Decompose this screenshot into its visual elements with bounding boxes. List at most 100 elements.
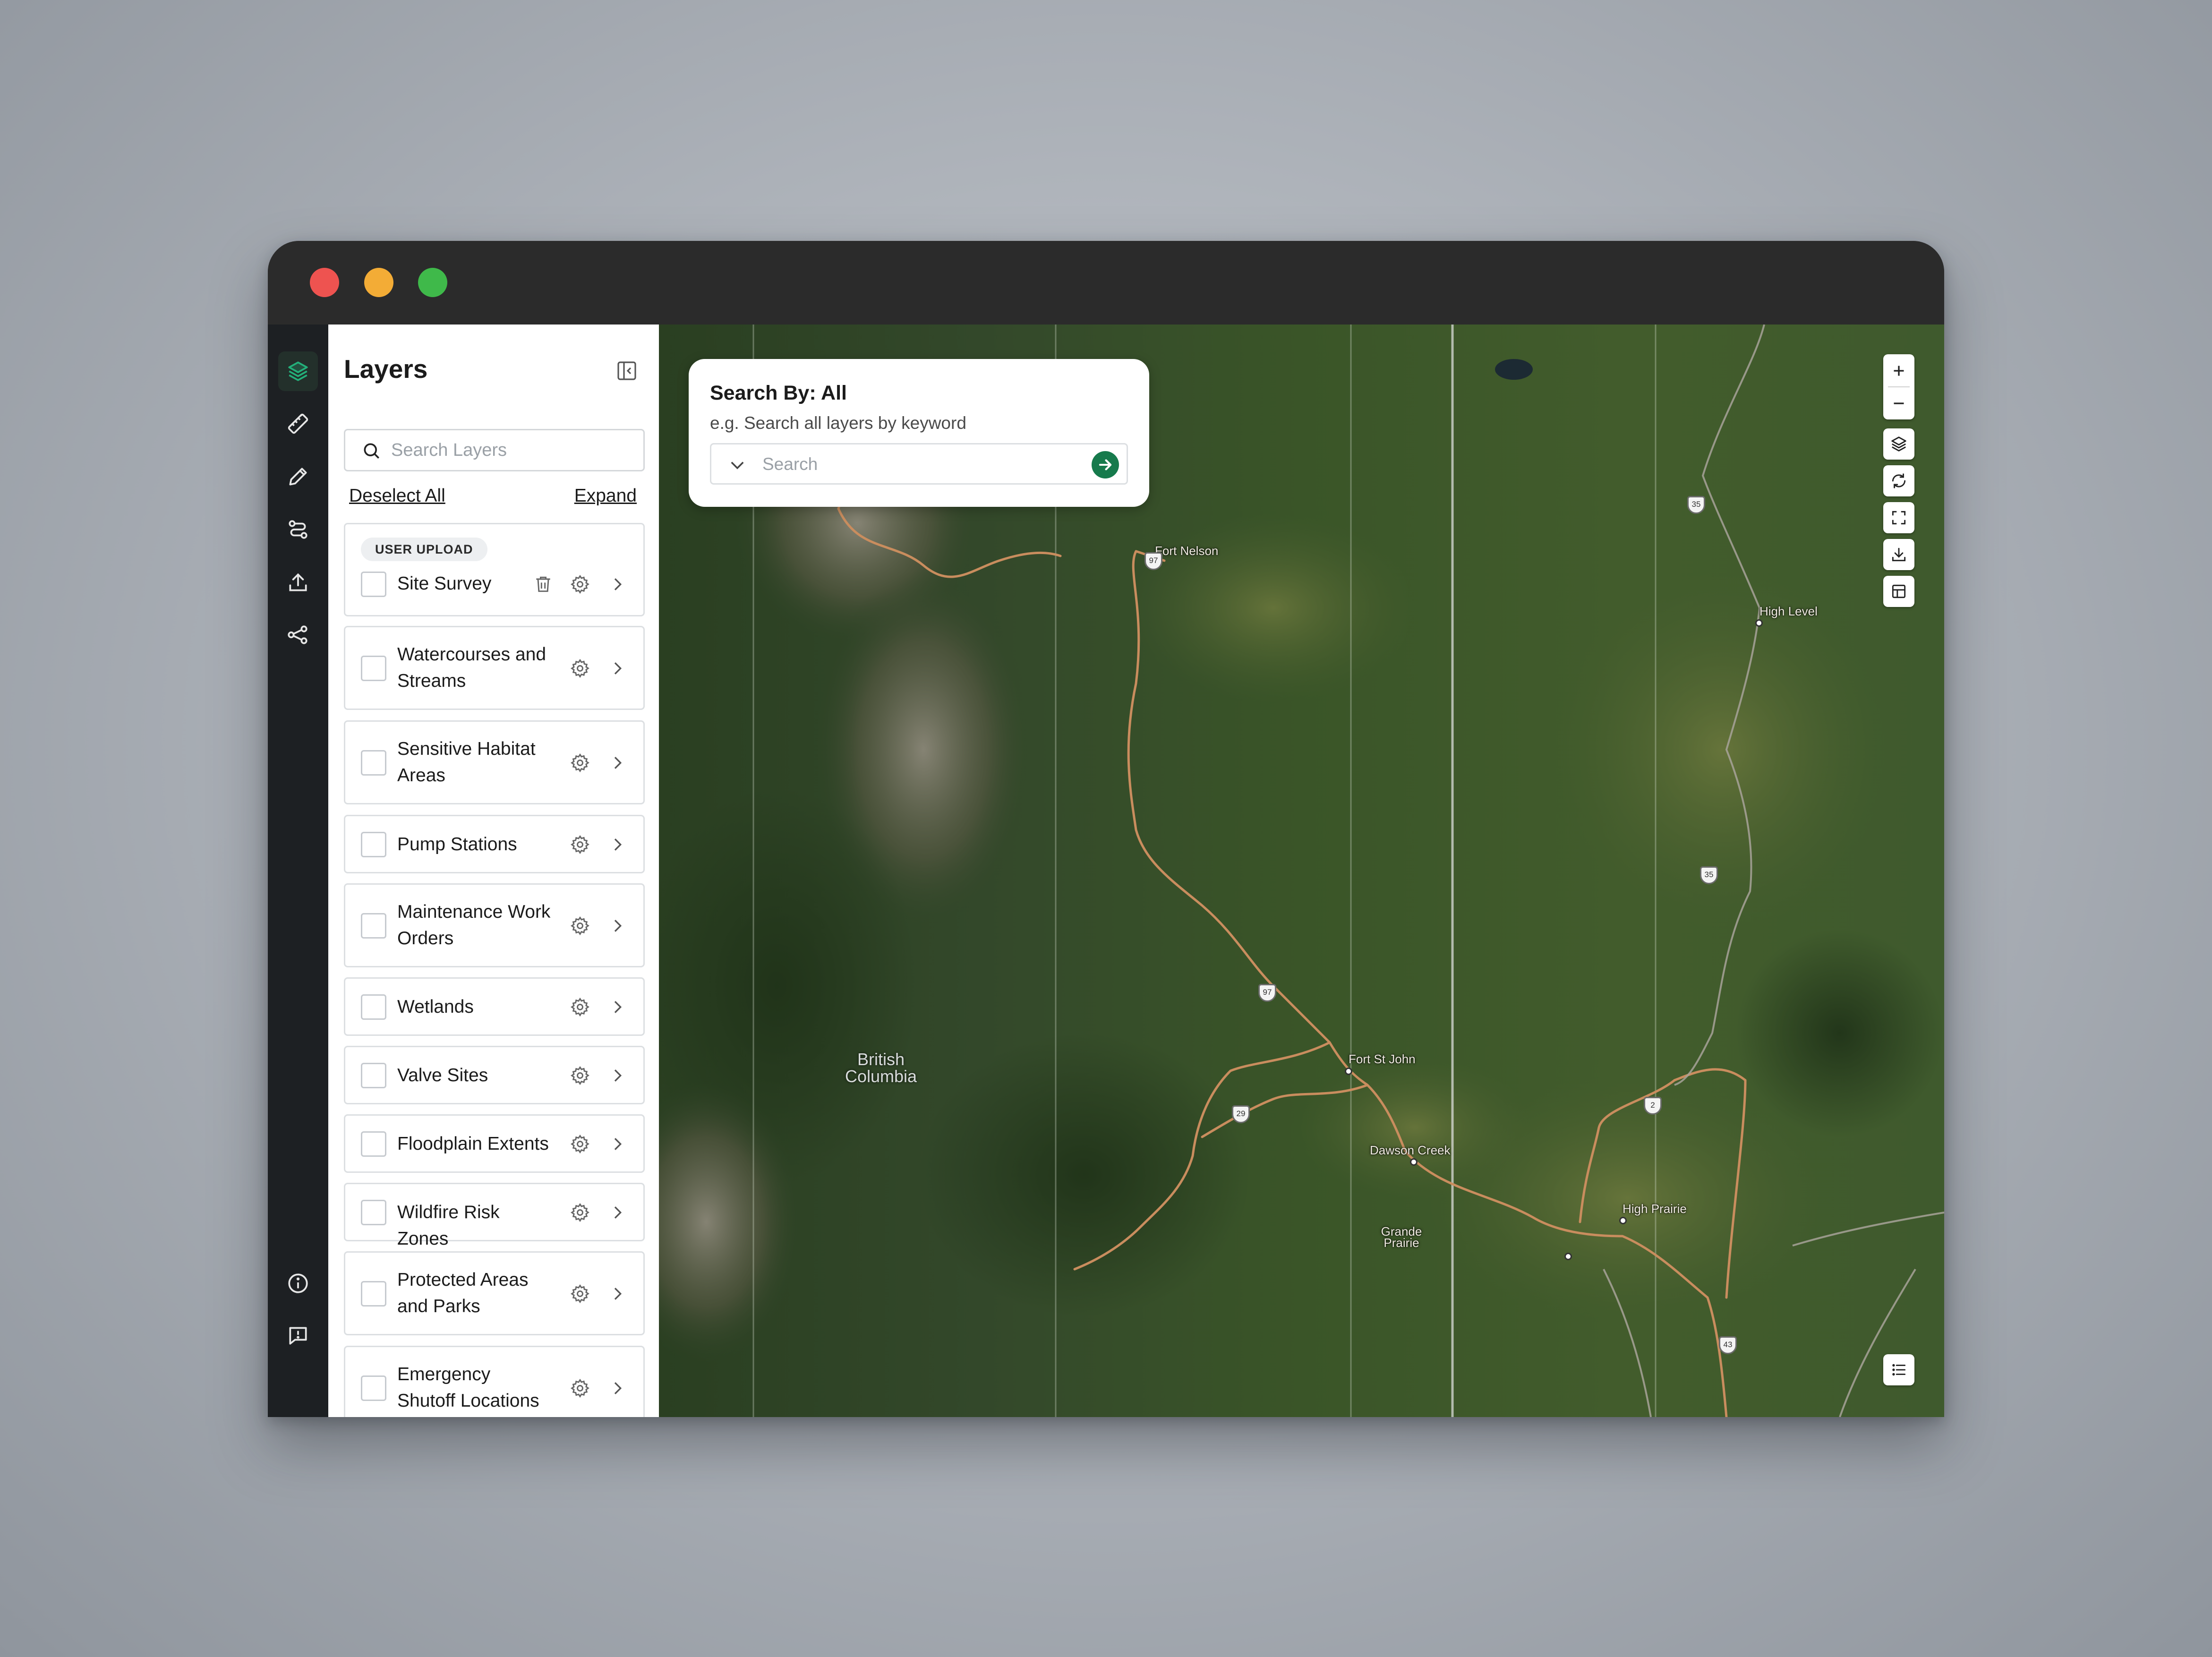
trash-icon[interactable] [533, 574, 554, 595]
layer-label: Sensitive Habitat Areas [397, 739, 536, 786]
province-label-british-columbia: British Columbia [845, 1050, 917, 1086]
share-tool-button[interactable] [278, 615, 318, 655]
collapse-panel-button[interactable] [615, 359, 638, 382]
layer-card-floodplain[interactable]: Floodplain Extents [344, 1114, 645, 1173]
chevron-right-icon[interactable] [608, 1203, 627, 1222]
layers-tool-button[interactable] [278, 351, 318, 391]
layer-checkbox[interactable] [361, 750, 386, 776]
deselect-all-link[interactable]: Deselect All [349, 486, 445, 506]
route-icon [289, 520, 307, 539]
gear-icon[interactable] [570, 1202, 590, 1223]
zoom-out-button[interactable] [1883, 387, 1914, 419]
layer-label: Maintenance Work Orders [397, 902, 551, 948]
layer-card-maintenance[interactable]: Maintenance Work Orders [344, 883, 645, 967]
upload-tool-button[interactable] [278, 563, 318, 602]
info-button[interactable] [278, 1264, 318, 1303]
fullscreen-button[interactable] [1883, 502, 1914, 533]
gear-icon[interactable] [570, 752, 590, 773]
feedback-icon [289, 1327, 307, 1345]
chevron-right-icon[interactable] [608, 1284, 627, 1303]
tool-rail [268, 325, 328, 1417]
layer-label: Valve Sites [397, 1065, 488, 1085]
layers-icon [288, 361, 308, 381]
chevron-down-icon[interactable] [727, 455, 747, 475]
zoom-out-icon [1894, 402, 1904, 404]
table-view-button[interactable] [1883, 576, 1914, 607]
refresh-button[interactable] [1883, 465, 1914, 496]
close-window-button[interactable] [310, 268, 339, 297]
layer-card-wildfire[interactable]: Wildfire Risk Zones [344, 1183, 645, 1249]
layer-checkbox[interactable] [361, 1281, 386, 1307]
layer-checkbox[interactable] [361, 1131, 386, 1157]
chevron-right-icon[interactable] [608, 575, 627, 594]
search-icon [364, 443, 379, 459]
layer-card-emergency-shutoff[interactable]: Emergency Shutoff Locations [344, 1346, 645, 1417]
highway-shield: 97 [1258, 984, 1276, 1002]
chevron-right-icon[interactable] [608, 916, 627, 935]
layer-checkbox[interactable] [361, 656, 386, 681]
chevron-right-icon[interactable] [608, 753, 627, 772]
place-label-high-prairie: High Prairie [1623, 1202, 1687, 1216]
gear-icon[interactable] [570, 1134, 590, 1154]
maximize-window-button[interactable] [418, 268, 447, 297]
download-button[interactable] [1883, 539, 1914, 570]
layer-checkbox[interactable] [361, 572, 386, 597]
chevron-right-icon[interactable] [608, 1066, 627, 1085]
chevron-right-icon[interactable] [608, 835, 627, 854]
chevron-right-icon[interactable] [608, 1135, 627, 1153]
chevron-right-icon[interactable] [608, 659, 627, 678]
layer-card-protected-areas[interactable]: Protected Areas and Parks [344, 1251, 645, 1335]
draw-tool-button[interactable] [278, 457, 318, 496]
layer-checkbox[interactable] [361, 1200, 386, 1225]
highway-shield: 2 [1644, 1097, 1662, 1115]
expand-link[interactable]: Expand [574, 486, 637, 506]
layer-search-field[interactable] [344, 429, 645, 471]
layer-card-watercourses[interactable]: Watercourses and Streams [344, 626, 645, 710]
layer-card-valve-sites[interactable]: Valve Sites [344, 1046, 645, 1104]
layer-label: Wetlands [397, 997, 474, 1017]
search-submit-button[interactable] [1092, 451, 1119, 478]
upload-icon [289, 573, 307, 591]
basemap-button[interactable] [1883, 428, 1914, 460]
gear-icon[interactable] [570, 834, 590, 855]
pencil-icon [289, 468, 307, 486]
layer-card-site-survey[interactable]: USER UPLOAD Site Survey [344, 523, 645, 616]
layer-label: Wildfire Risk Zones [397, 1202, 500, 1249]
gear-icon[interactable] [570, 997, 590, 1017]
city-marker [1410, 1158, 1418, 1166]
layer-checkbox[interactable] [361, 1063, 386, 1088]
feedback-button[interactable] [278, 1316, 318, 1356]
chevron-right-icon[interactable] [608, 998, 627, 1016]
gear-icon[interactable] [570, 1065, 590, 1086]
map-search-input[interactable] [762, 450, 1074, 478]
layer-card-wetlands[interactable]: Wetlands [344, 977, 645, 1036]
refresh-icon [1892, 473, 1906, 488]
map-canvas[interactable]: Fort Nelson High Level Fort St John Daws… [659, 325, 1944, 1417]
minimize-window-button[interactable] [364, 268, 393, 297]
layer-card-sensitive-habitat[interactable]: Sensitive Habitat Areas [344, 720, 645, 804]
layer-checkbox[interactable] [361, 994, 386, 1020]
layer-label: Pump Stations [397, 834, 517, 854]
gear-icon[interactable] [570, 658, 590, 679]
map-search-field[interactable] [710, 443, 1128, 485]
gear-icon[interactable] [570, 574, 590, 595]
layer-checkbox[interactable] [361, 913, 386, 939]
legend-button[interactable] [1883, 1354, 1914, 1385]
highway-shield: 35 [1687, 496, 1705, 514]
chevron-right-icon[interactable] [608, 1379, 627, 1398]
city-marker [1564, 1253, 1572, 1260]
layer-checkbox[interactable] [361, 1375, 386, 1401]
layer-search-input[interactable] [391, 435, 637, 465]
zoom-in-button[interactable] [1883, 354, 1914, 387]
basemap-icon [1891, 436, 1906, 452]
place-label-fort-nelson: Fort Nelson [1155, 544, 1219, 558]
map-search-card: Search By: All e.g. Search all layers by… [689, 359, 1149, 507]
layer-card-pump-stations[interactable]: Pump Stations [344, 815, 645, 873]
route-tool-button[interactable] [278, 510, 318, 549]
layer-checkbox[interactable] [361, 832, 386, 857]
zoom-controls [1883, 354, 1914, 419]
measure-tool-button[interactable] [278, 404, 318, 444]
gear-icon[interactable] [570, 1378, 590, 1399]
gear-icon[interactable] [570, 915, 590, 936]
gear-icon[interactable] [570, 1283, 590, 1304]
